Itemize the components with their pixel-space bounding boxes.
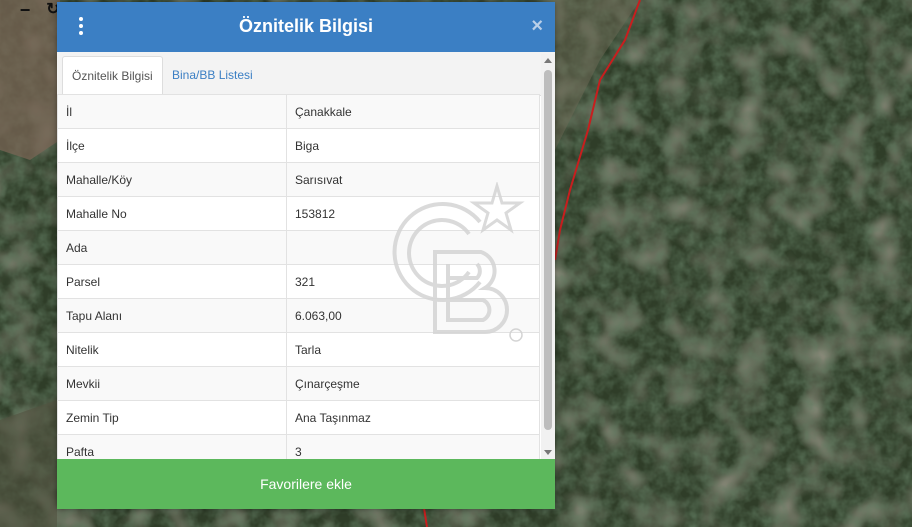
attribute-table-container[interactable]: İl Çanakkale İlçe Biga Mahalle/Köy Sarısıva… [57, 94, 540, 459]
row-value: Biga [286, 128, 540, 163]
scroll-up-arrow-icon[interactable] [544, 58, 552, 63]
zoom-out-button[interactable]: − [14, 0, 36, 22]
attribute-table: İl Çanakkale İlçe Biga Mahalle/Köy Sarısıva… [57, 94, 540, 459]
tab-attribute-info[interactable]: Öznitelik Bilgisi [62, 56, 163, 96]
row-label: İlçe [57, 128, 287, 163]
tab-bar: Öznitelik Bilgisi Bina/BB Listesi [57, 52, 555, 96]
row-label: Mahalle/Köy [57, 162, 287, 197]
table-row: Mevkii Çınarçeşme [57, 366, 540, 401]
scroll-thumb[interactable] [544, 70, 552, 430]
table-row: Zemin Tip Ana Taşınmaz [57, 400, 540, 435]
table-row: İlçe Biga [57, 128, 540, 163]
row-value: 153812 [286, 196, 540, 231]
tab-building-list[interactable]: Bina/BB Listesi [163, 56, 262, 96]
close-icon[interactable]: × [531, 15, 543, 38]
row-label: Tapu Alanı [57, 298, 287, 333]
row-label: Ada [57, 230, 287, 265]
row-value [286, 230, 540, 265]
row-label: Mevkii [57, 366, 287, 401]
table-row: Pafta 3 [57, 434, 540, 459]
row-value: Ana Taşınmaz [286, 400, 540, 435]
add-to-favorites-button[interactable]: Favorilere ekle [57, 459, 555, 509]
row-value: 3 [286, 434, 540, 459]
row-label: Nitelik [57, 332, 287, 367]
row-label: Pafta [57, 434, 287, 459]
row-label: Zemin Tip [57, 400, 287, 435]
row-label: Parsel [57, 264, 287, 299]
row-value: 321 [286, 264, 540, 299]
row-label: Mahalle No [57, 196, 287, 231]
panel-header: Öznitelik Bilgisi × [57, 2, 555, 52]
table-row: Ada [57, 230, 540, 265]
row-value: 6.063,00 [286, 298, 540, 333]
table-row: Tapu Alanı 6.063,00 [57, 298, 540, 333]
scroll-down-arrow-icon[interactable] [544, 450, 552, 455]
row-value: Sarısıvat [286, 162, 540, 197]
panel-title: Öznitelik Bilgisi [238, 16, 374, 36]
attribute-panel: Öznitelik Bilgisi × Öznitelik Bilgisi Bi… [57, 2, 555, 509]
table-row: Mahalle No 153812 [57, 196, 540, 231]
table-row: Nitelik Tarla [57, 332, 540, 367]
vertical-scrollbar[interactable] [541, 54, 555, 459]
table-row: İl Çanakkale [57, 94, 540, 129]
row-value: Tarla [286, 332, 540, 367]
table-row: Mahalle/Köy Sarısıvat [57, 162, 540, 197]
table-row: Parsel 321 [57, 264, 540, 299]
row-value: Çınarçeşme [286, 366, 540, 401]
row-label: İl [57, 94, 287, 129]
row-value: Çanakkale [286, 94, 540, 129]
